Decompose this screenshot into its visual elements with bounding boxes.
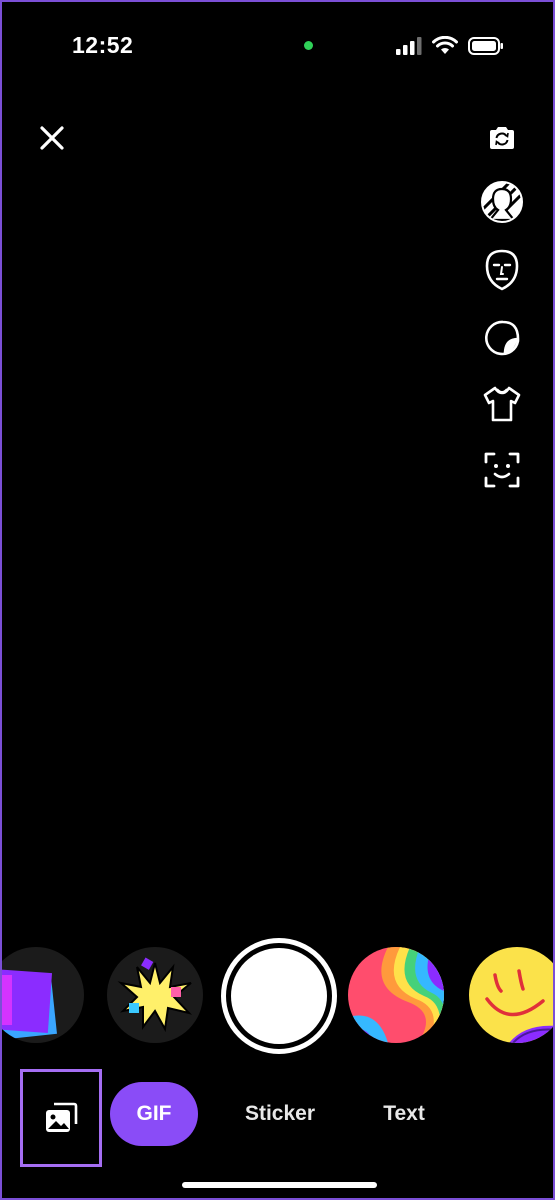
gallery-button[interactable] bbox=[20, 1069, 102, 1167]
camera-in-use-indicator bbox=[304, 41, 313, 50]
face-mask-button[interactable] bbox=[478, 246, 526, 294]
close-button[interactable] bbox=[32, 118, 72, 158]
camera-screen: 12:52 GIF Sticker Text bbox=[2, 2, 553, 1198]
wifi-icon bbox=[432, 36, 458, 54]
lens-rainbow[interactable] bbox=[348, 947, 444, 1043]
flip-camera-button[interactable] bbox=[478, 114, 526, 162]
capture-button[interactable] bbox=[221, 938, 337, 1054]
sticker-button[interactable] bbox=[478, 314, 526, 362]
rainbow-lens-icon bbox=[348, 947, 444, 1043]
mode-tab-gif[interactable]: GIF bbox=[110, 1082, 198, 1146]
avatar-icon bbox=[481, 181, 523, 223]
battery-icon bbox=[468, 36, 503, 55]
lens-starburst[interactable] bbox=[107, 947, 203, 1043]
face-scan-icon bbox=[484, 452, 520, 488]
status-icons bbox=[396, 36, 504, 55]
mode-tab-sticker[interactable]: Sticker bbox=[234, 1082, 326, 1146]
outfit-button[interactable] bbox=[478, 380, 526, 428]
mode-tab-text[interactable]: Text bbox=[372, 1082, 436, 1146]
flip-camera-icon bbox=[490, 127, 514, 149]
gallery-icon bbox=[46, 1102, 78, 1132]
tshirt-icon bbox=[483, 386, 521, 422]
home-indicator[interactable] bbox=[182, 1182, 377, 1188]
lens-smiley[interactable] bbox=[469, 947, 553, 1043]
capture-button-inner bbox=[231, 948, 327, 1044]
close-icon bbox=[40, 126, 64, 150]
cellular-signal-icon bbox=[396, 36, 422, 55]
status-time: 12:52 bbox=[72, 32, 134, 58]
face-mask-icon bbox=[485, 249, 519, 291]
starburst-lens-icon bbox=[117, 957, 193, 1033]
lens-purple-square[interactable] bbox=[2, 947, 84, 1043]
sticker-icon bbox=[485, 320, 520, 356]
avatar-button[interactable] bbox=[478, 178, 526, 226]
purple-square-lens-icon bbox=[2, 969, 57, 1040]
smiley-lens-icon bbox=[485, 969, 553, 1043]
face-scan-button[interactable] bbox=[478, 446, 526, 494]
